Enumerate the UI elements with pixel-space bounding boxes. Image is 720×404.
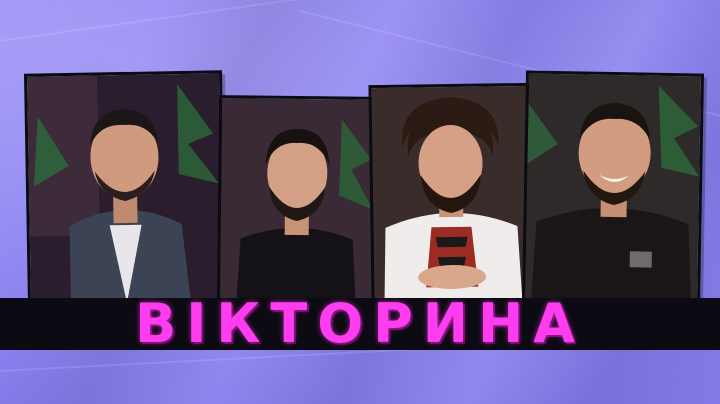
photo-panel-3 — [368, 82, 534, 308]
person-photo-2 — [219, 98, 375, 310]
person-photo-1 — [27, 73, 223, 305]
photo-panel-1 — [23, 70, 227, 308]
quiz-title: ВІКТОРИНА — [135, 291, 585, 355]
photo-panel-4 — [521, 70, 705, 308]
person-photo-4 — [525, 73, 701, 305]
photo-panel-2 — [216, 95, 378, 313]
person-photo-3 — [371, 85, 531, 305]
